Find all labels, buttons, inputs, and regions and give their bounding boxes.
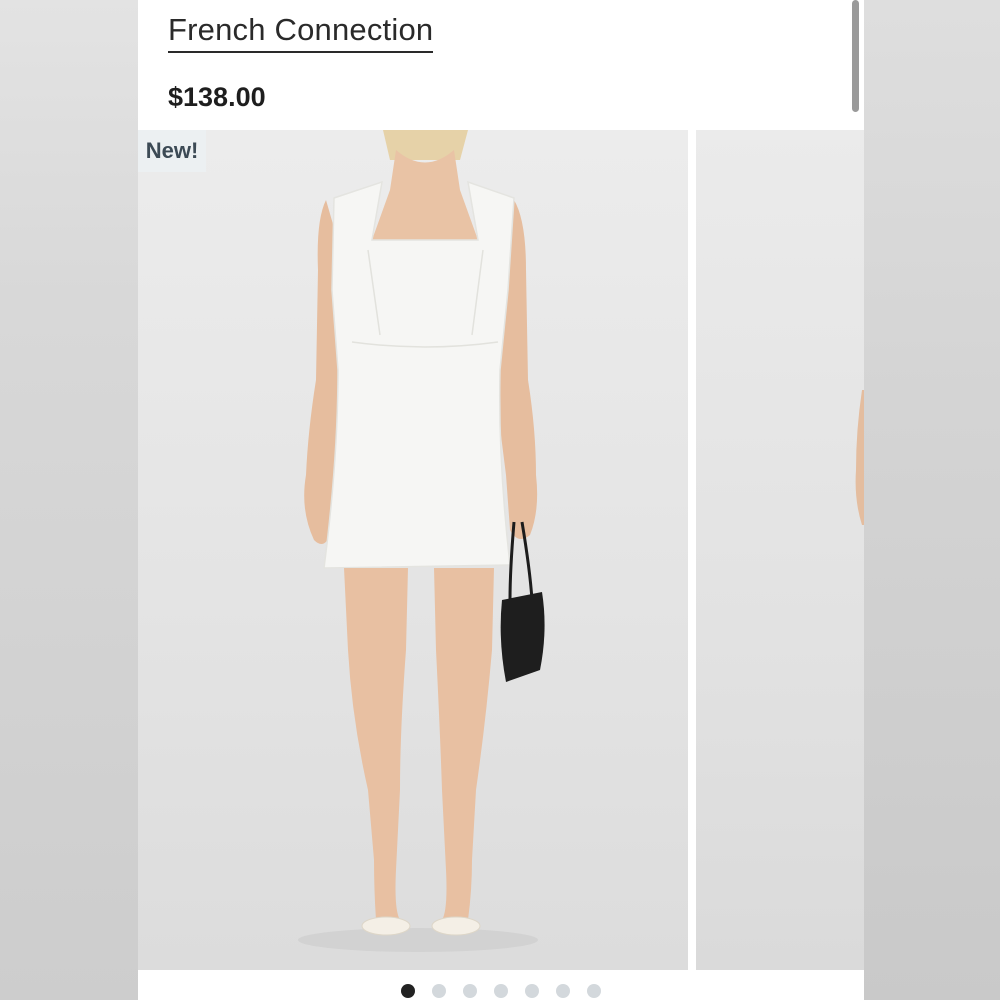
- left-sandal: [361, 916, 411, 936]
- blurred-backdrop-left: [0, 0, 138, 1000]
- right-sandal: [431, 916, 481, 936]
- image-carousel[interactable]: New!: [138, 130, 864, 970]
- new-badge: New!: [138, 130, 206, 172]
- product-screen: French Connection $138.00 New!: [138, 0, 864, 1000]
- pagination-dot-6[interactable]: [556, 984, 570, 998]
- pagination-dot-5[interactable]: [525, 984, 539, 998]
- product-image-main[interactable]: New!: [138, 130, 688, 970]
- black-handbag: [500, 592, 545, 682]
- floor-shadow: [298, 928, 538, 952]
- pagination-dot-7[interactable]: [587, 984, 601, 998]
- partial-arm: [855, 390, 864, 525]
- model-photo: [298, 130, 545, 952]
- pagination-dot-4[interactable]: [494, 984, 508, 998]
- pagination-dot-2[interactable]: [432, 984, 446, 998]
- white-dress: [323, 180, 515, 569]
- pagination-dot-3[interactable]: [463, 984, 477, 998]
- neck: [372, 150, 478, 240]
- next-photo-peek: [855, 390, 864, 525]
- product-image-next[interactable]: [696, 130, 864, 970]
- blurred-backdrop-right: [864, 0, 1000, 1000]
- left-leg: [344, 568, 408, 920]
- brand-link[interactable]: French Connection: [168, 12, 434, 53]
- right-leg: [434, 568, 494, 920]
- product-price: $138.00: [168, 82, 266, 112]
- pagination-dot-1[interactable]: [401, 984, 415, 998]
- carousel-pagination: [138, 984, 864, 1000]
- scrollbar[interactable]: [852, 0, 859, 112]
